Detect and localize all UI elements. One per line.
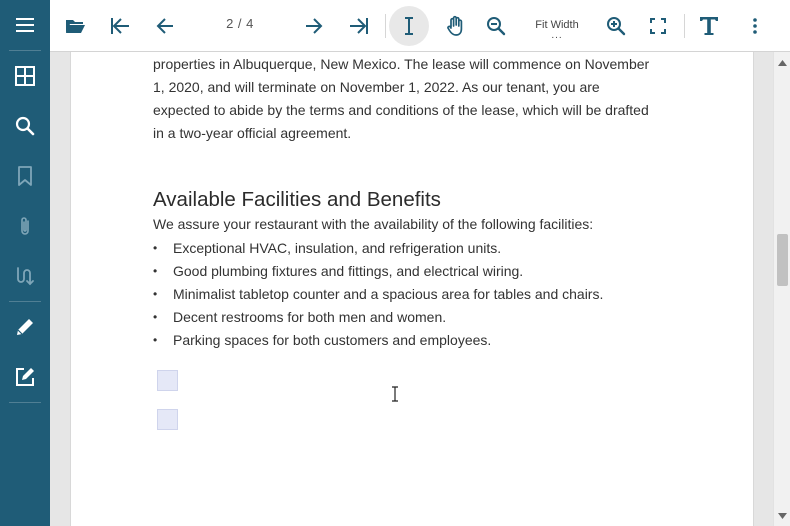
chevron-down-icon xyxy=(778,512,787,519)
fullscreen-button[interactable] xyxy=(638,6,678,46)
attachment-icon xyxy=(21,217,29,235)
thumbnails-button[interactable] xyxy=(0,51,50,101)
toolbar-divider xyxy=(385,14,386,38)
document-viewer[interactable]: properties in Albuquerque, New Mexico. T… xyxy=(50,52,773,526)
text-cursor-icon xyxy=(392,386,398,402)
facilities-list: • Exceptional HVAC, insulation, and refri… xyxy=(153,237,673,352)
thumbnails-icon xyxy=(15,66,35,86)
text-select-icon xyxy=(405,17,413,35)
vertical-scrollbar[interactable] xyxy=(773,52,790,526)
signatures-button[interactable] xyxy=(0,251,50,301)
bookmark-icon xyxy=(18,166,32,186)
first-page-icon xyxy=(111,18,129,34)
bullet-icon: • xyxy=(153,310,158,324)
first-page-button[interactable] xyxy=(100,6,140,46)
form-checkbox-field[interactable] xyxy=(157,370,178,391)
draw-button[interactable] xyxy=(0,302,50,352)
document-page[interactable]: properties in Albuquerque, New Mexico. T… xyxy=(70,52,754,526)
signature-icon xyxy=(17,267,34,286)
scroll-down-button[interactable] xyxy=(774,507,790,524)
pan-hand-icon xyxy=(447,15,463,36)
zoom-out-icon xyxy=(487,17,506,36)
scroll-up-button[interactable] xyxy=(774,54,790,71)
last-page-button[interactable] xyxy=(339,6,379,46)
list-item: • Decent restrooms for both men and women… xyxy=(153,306,673,329)
bullet-icon: • xyxy=(153,264,158,278)
zoom-in-button[interactable] xyxy=(596,6,636,46)
bookmarks-button[interactable] xyxy=(0,151,50,201)
top-toolbar: 2 / 4 Fit Width ... xyxy=(50,0,790,52)
zoom-options-indicator[interactable]: ... xyxy=(530,30,584,41)
bullet-icon: • xyxy=(153,333,158,347)
zoom-in-icon xyxy=(607,17,626,36)
more-options-button[interactable] xyxy=(735,6,775,46)
form-checkbox-field[interactable] xyxy=(157,409,178,430)
list-item-text: Good plumbing fixtures and fittings, and… xyxy=(173,263,524,279)
previous-page-button[interactable] xyxy=(145,6,185,46)
list-item: • Good plumbing fixtures and fittings, an… xyxy=(153,260,673,283)
more-vertical-icon xyxy=(753,18,757,34)
pan-tool-button[interactable] xyxy=(436,6,476,46)
next-page-button[interactable] xyxy=(294,6,334,46)
last-page-icon xyxy=(350,18,368,34)
form-edit-button[interactable] xyxy=(0,352,50,402)
chevron-up-icon xyxy=(778,59,787,66)
list-item-text: Parking spaces for both customers and em… xyxy=(173,332,492,348)
next-page-icon xyxy=(306,18,323,34)
section-heading: Available Facilities and Benefits xyxy=(153,188,441,211)
list-item: • Exceptional HVAC, insulation, and refri… xyxy=(153,237,673,260)
left-sidebar xyxy=(0,0,50,526)
previous-page-icon xyxy=(156,18,173,34)
text-select-tool-button[interactable] xyxy=(389,6,429,46)
pdf-viewer-app: 2 / 4 Fit Width ... properties in Albuqu… xyxy=(0,0,790,526)
attachments-button[interactable] xyxy=(0,201,50,251)
text-annotation-icon xyxy=(700,17,718,35)
scrollbar-thumb[interactable] xyxy=(777,234,788,286)
list-item: • Minimalist tabletop counter and a spaci… xyxy=(153,283,673,306)
edit-form-icon xyxy=(16,368,34,386)
section-intro: We assure your restaurant with the avail… xyxy=(153,216,594,232)
zoom-out-button[interactable] xyxy=(476,6,516,46)
bullet-icon: • xyxy=(153,241,158,255)
menu-button[interactable] xyxy=(0,0,50,50)
search-button[interactable] xyxy=(0,101,50,151)
menu-icon xyxy=(16,18,34,32)
pen-icon xyxy=(17,319,33,335)
sidebar-divider xyxy=(9,402,41,403)
toolbar-divider xyxy=(684,14,685,38)
open-file-button[interactable] xyxy=(55,6,95,46)
list-item-text: Decent restrooms for both men and women. xyxy=(173,309,447,325)
page-indicator[interactable]: 2 / 4 xyxy=(215,16,265,31)
fullscreen-icon xyxy=(650,18,666,34)
list-item-text: Minimalist tabletop counter and a spacio… xyxy=(173,286,604,302)
folder-open-icon xyxy=(66,20,85,33)
list-item-text: Exceptional HVAC, insulation, and refrig… xyxy=(173,240,502,256)
bullet-icon: • xyxy=(153,287,158,301)
list-item: • Parking spaces for both customers and e… xyxy=(153,329,673,352)
text-annotation-button[interactable] xyxy=(689,6,729,46)
lease-paragraph: properties in Albuquerque, New Mexico. T… xyxy=(153,56,650,141)
search-icon xyxy=(15,116,35,136)
